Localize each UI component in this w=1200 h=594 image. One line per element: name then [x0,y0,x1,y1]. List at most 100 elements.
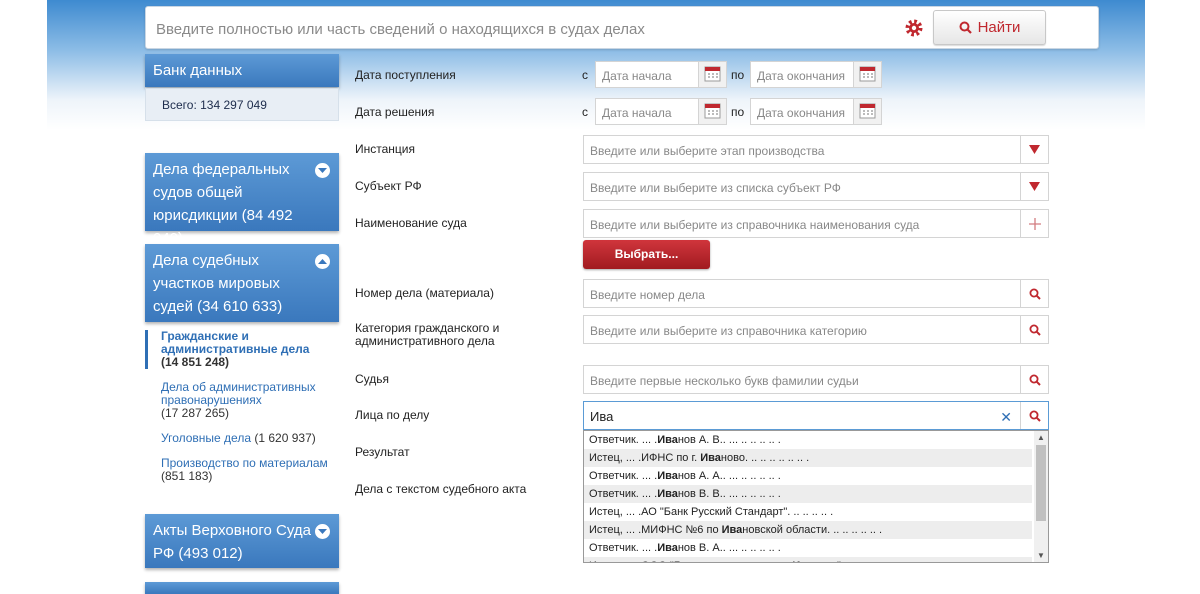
calendar-icon[interactable] [853,99,881,124]
category-magistrate-courts-label: Дела судебных участков мировых судей (34… [153,252,283,315]
category-federal-courts-label: Дела федеральных судов общей юрисдикции … [153,161,293,247]
instance-select[interactable]: Введите или выберите этап производства [583,135,1049,164]
suggestion-match: Ива [657,434,678,446]
suggestion-match: Ива [721,524,743,536]
category-magistrate-courts[interactable]: Дела судебных участков мировых судей (34… [145,244,339,322]
search-icon[interactable] [1020,316,1048,343]
instance-label: Инстанция [355,142,415,156]
suggestion-prefix: Ответчик. ... . [589,488,658,500]
court-label: Наименование суда [355,216,467,230]
court-input[interactable]: Введите или выберите из справочника наим… [583,209,1049,238]
result-label: Результат [355,445,410,459]
suggestion-item[interactable]: Ответчик. ... .Иванов В. А.. ... .. .. .… [584,539,1032,557]
suggestion-suffix: ново. .. .. .. .. .. .. . [720,452,810,464]
suggestion-suffix: нов В. А.. ... .. .. .. .. . [677,542,781,554]
scrollbar[interactable]: ▲ ▼ [1034,431,1048,562]
to-label: по [731,105,745,119]
select-court-button[interactable]: Выбрать... [583,240,710,269]
subcategory-civil-admin-count: (14 851 248) [161,355,230,369]
judge-placeholder: Введите первые несколько букв фамилии су… [590,374,859,388]
search-icon [959,21,972,34]
page: Найти Банк данных Всего: 134 297 049 Дел… [47,0,1145,594]
clear-icon[interactable]: ✕ [1000,409,1012,426]
search-icon[interactable] [1020,280,1048,307]
category-input[interactable]: Введите или выберите из справочника кате… [583,315,1049,344]
date-received-end[interactable]: Дата окончания [750,61,882,88]
suggestion-item[interactable]: Ответчик. ... .Иванов В. В.. ... .. .. .… [584,485,1032,503]
parties-label: Лица по делу [355,408,430,422]
date-received-start[interactable]: Дата начала [595,61,727,88]
date-start-placeholder: Дата начала [602,106,672,120]
chevron-down-icon[interactable] [315,524,330,539]
from-label: с [582,68,588,82]
suggestion-item[interactable]: Истец, ... .ООО "Газпром межрегионгаз Ив… [584,557,1032,562]
case-number-input[interactable]: Введите номер дела [583,279,1049,308]
subcategory-civil-admin[interactable]: Гражданские и административные дела (14 … [145,330,339,369]
plus-icon[interactable] [1020,210,1048,237]
date-start-placeholder: Дата начала [602,69,672,83]
suggestion-item[interactable]: Ответчик. ... .Иванов А. А.. ... .. .. .… [584,467,1032,485]
court-placeholder: Введите или выберите из справочника наим… [590,218,920,232]
subcategory-materials-count: (851 183) [161,469,213,483]
suggestion-item[interactable]: Истец, ... .АО "Банк Русский Стандарт". … [584,503,1032,521]
subject-placeholder: Введите или выберите из списка субъект Р… [590,181,841,195]
search-icon[interactable] [1020,402,1048,429]
search-bar: Найти [145,6,1099,49]
subcategory-criminal[interactable]: Уголовные дела (1 620 937) [145,432,339,445]
dropdown-arrow-icon[interactable] [1020,173,1048,200]
subject-label: Субъект РФ [355,179,422,193]
scroll-down-icon[interactable]: ▼ [1037,551,1045,560]
category-supreme-court[interactable]: Акты Верховного Суда РФ (493 012) [145,514,339,568]
subject-select[interactable]: Введите или выберите из списка субъект Р… [583,172,1049,201]
bank-header-label: Банк данных [153,62,243,79]
date-end-placeholder: Дата окончания [757,106,846,120]
suggestion-match: Ива [657,488,678,500]
date-decision-start[interactable]: Дата начала [595,98,727,125]
suggestion-match: Ива [657,542,678,554]
calendar-icon[interactable] [698,99,726,124]
judge-input[interactable]: Введите первые несколько букв фамилии су… [583,365,1049,394]
parties-suggestions-list: Ответчик. ... .Иванов А. В.. ... .. .. .… [583,430,1049,563]
to-label: по [731,68,745,82]
suggestion-prefix: Истец, ... .ИФНС по г. [589,452,701,464]
search-input[interactable] [154,17,898,41]
case-number-label: Номер дела (материала) [355,286,494,300]
suggestion-prefix: Ответчик. ... . [589,470,658,482]
find-button[interactable]: Найти [933,10,1046,45]
calendar-icon[interactable] [853,62,881,87]
category-supreme-court-label: Акты Верховного Суда РФ (493 012) [153,522,311,562]
date-decision-label: Дата решения [355,105,435,119]
suggestion-prefix: Ответчик. ... . [589,434,658,446]
suggestion-match: Ива [700,452,721,464]
category-federal-courts[interactable]: Дела федеральных судов общей юрисдикции … [145,153,339,247]
search-icon[interactable] [1020,366,1048,393]
chevron-down-icon[interactable] [315,163,330,178]
suggestion-suffix: нов В. В.. ... .. .. .. .. . [677,488,781,500]
category-next-panel[interactable] [145,582,339,594]
suggestion-item[interactable]: Истец, ... .ИФНС по г. Иваново. .. .. ..… [584,449,1032,467]
chevron-up-icon[interactable] [315,254,330,269]
judicial-act-text-label: Дела с текстом судебного акта [355,482,527,496]
parties-value: Ива [590,409,614,424]
subcategory-admin-offenses-label: Дела об административных правонарушениях [161,380,316,407]
instance-placeholder: Введите или выберите этап производства [590,144,825,158]
gear-icon[interactable] [904,18,924,38]
judge-label: Судья [355,372,390,386]
subcategory-admin-offenses[interactable]: Дела об административных правонарушениях… [145,381,339,420]
dropdown-arrow-icon[interactable] [1020,136,1048,163]
suggestion-match: Ива [657,470,678,482]
suggestion-suffix: нов А. В.. ... .. .. .. .. . [677,434,781,446]
subcategory-civil-admin-label: Гражданские и административные дела [161,329,310,356]
scrollbar-thumb[interactable] [1036,445,1046,521]
date-decision-end[interactable]: Дата окончания [750,98,882,125]
parties-input[interactable]: Ива ✕ [583,401,1049,430]
suggestion-prefix: Истец, ... .ООО "Газпром межрегионгаз [589,560,792,562]
category-label: Категория гражданского и административно… [355,321,500,348]
suggestion-item[interactable]: Ответчик. ... .Иванов А. В.. ... .. .. .… [584,431,1032,449]
magistrate-subcategory-list: Гражданские и административные дела (14 … [145,330,339,483]
calendar-icon[interactable] [698,62,726,87]
suggestion-item[interactable]: Истец, ... .МИФНС №6 по Ивановской облас… [584,521,1032,539]
subcategory-materials[interactable]: Производство по материалам (851 183) [145,457,339,483]
scroll-up-icon[interactable]: ▲ [1037,433,1045,442]
suggestion-suffix: новской области. .. .. .. .. .. . [742,524,883,536]
